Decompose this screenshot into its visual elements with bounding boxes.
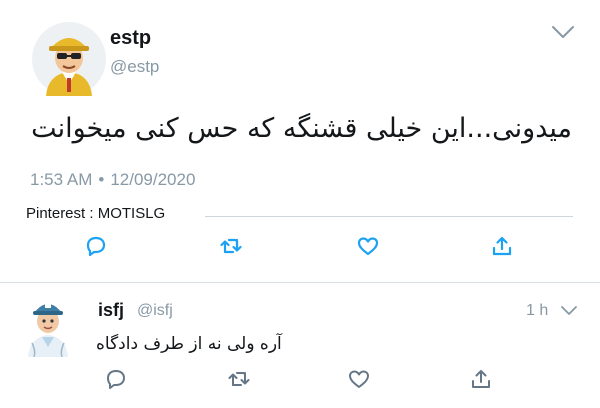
share-icon[interactable]	[490, 234, 514, 258]
watermark-text: Pinterest : MOTISLG	[26, 205, 166, 222]
chevron-down-icon[interactable]	[560, 304, 578, 318]
retweet-icon[interactable]	[219, 234, 243, 258]
display-name[interactable]: estp	[110, 27, 151, 50]
reply-icon[interactable]	[84, 234, 108, 258]
username-handle[interactable]: @estp	[110, 57, 159, 77]
tweet-date[interactable]: 12/09/2020	[110, 170, 195, 189]
avatar[interactable]	[32, 22, 106, 96]
reply-icon[interactable]	[104, 367, 128, 391]
chevron-down-icon[interactable]	[550, 22, 576, 42]
share-icon[interactable]	[469, 367, 493, 391]
like-icon[interactable]	[356, 234, 380, 258]
reply-timestamp[interactable]: 1 h	[526, 302, 548, 320]
watermark-rule	[205, 216, 573, 217]
tweet-time[interactable]: 1:53 AM	[30, 170, 92, 189]
tweet-timestamp[interactable]: 1:53 AM • 12/09/2020	[30, 170, 195, 190]
meta-separator: •	[98, 170, 105, 189]
reply-username-handle[interactable]: @isfj	[137, 302, 173, 320]
tweet-divider	[0, 282, 600, 283]
reply-text: آره ولی نه از طرف دادگاه	[96, 334, 282, 354]
tweet-text: میدونی...این خیلی قشنگه که حس کنی میخوان…	[31, 113, 572, 144]
like-icon[interactable]	[347, 367, 371, 391]
avatar[interactable]	[22, 293, 74, 358]
retweet-icon[interactable]	[227, 367, 251, 391]
reply-display-name[interactable]: isfj	[98, 300, 124, 321]
